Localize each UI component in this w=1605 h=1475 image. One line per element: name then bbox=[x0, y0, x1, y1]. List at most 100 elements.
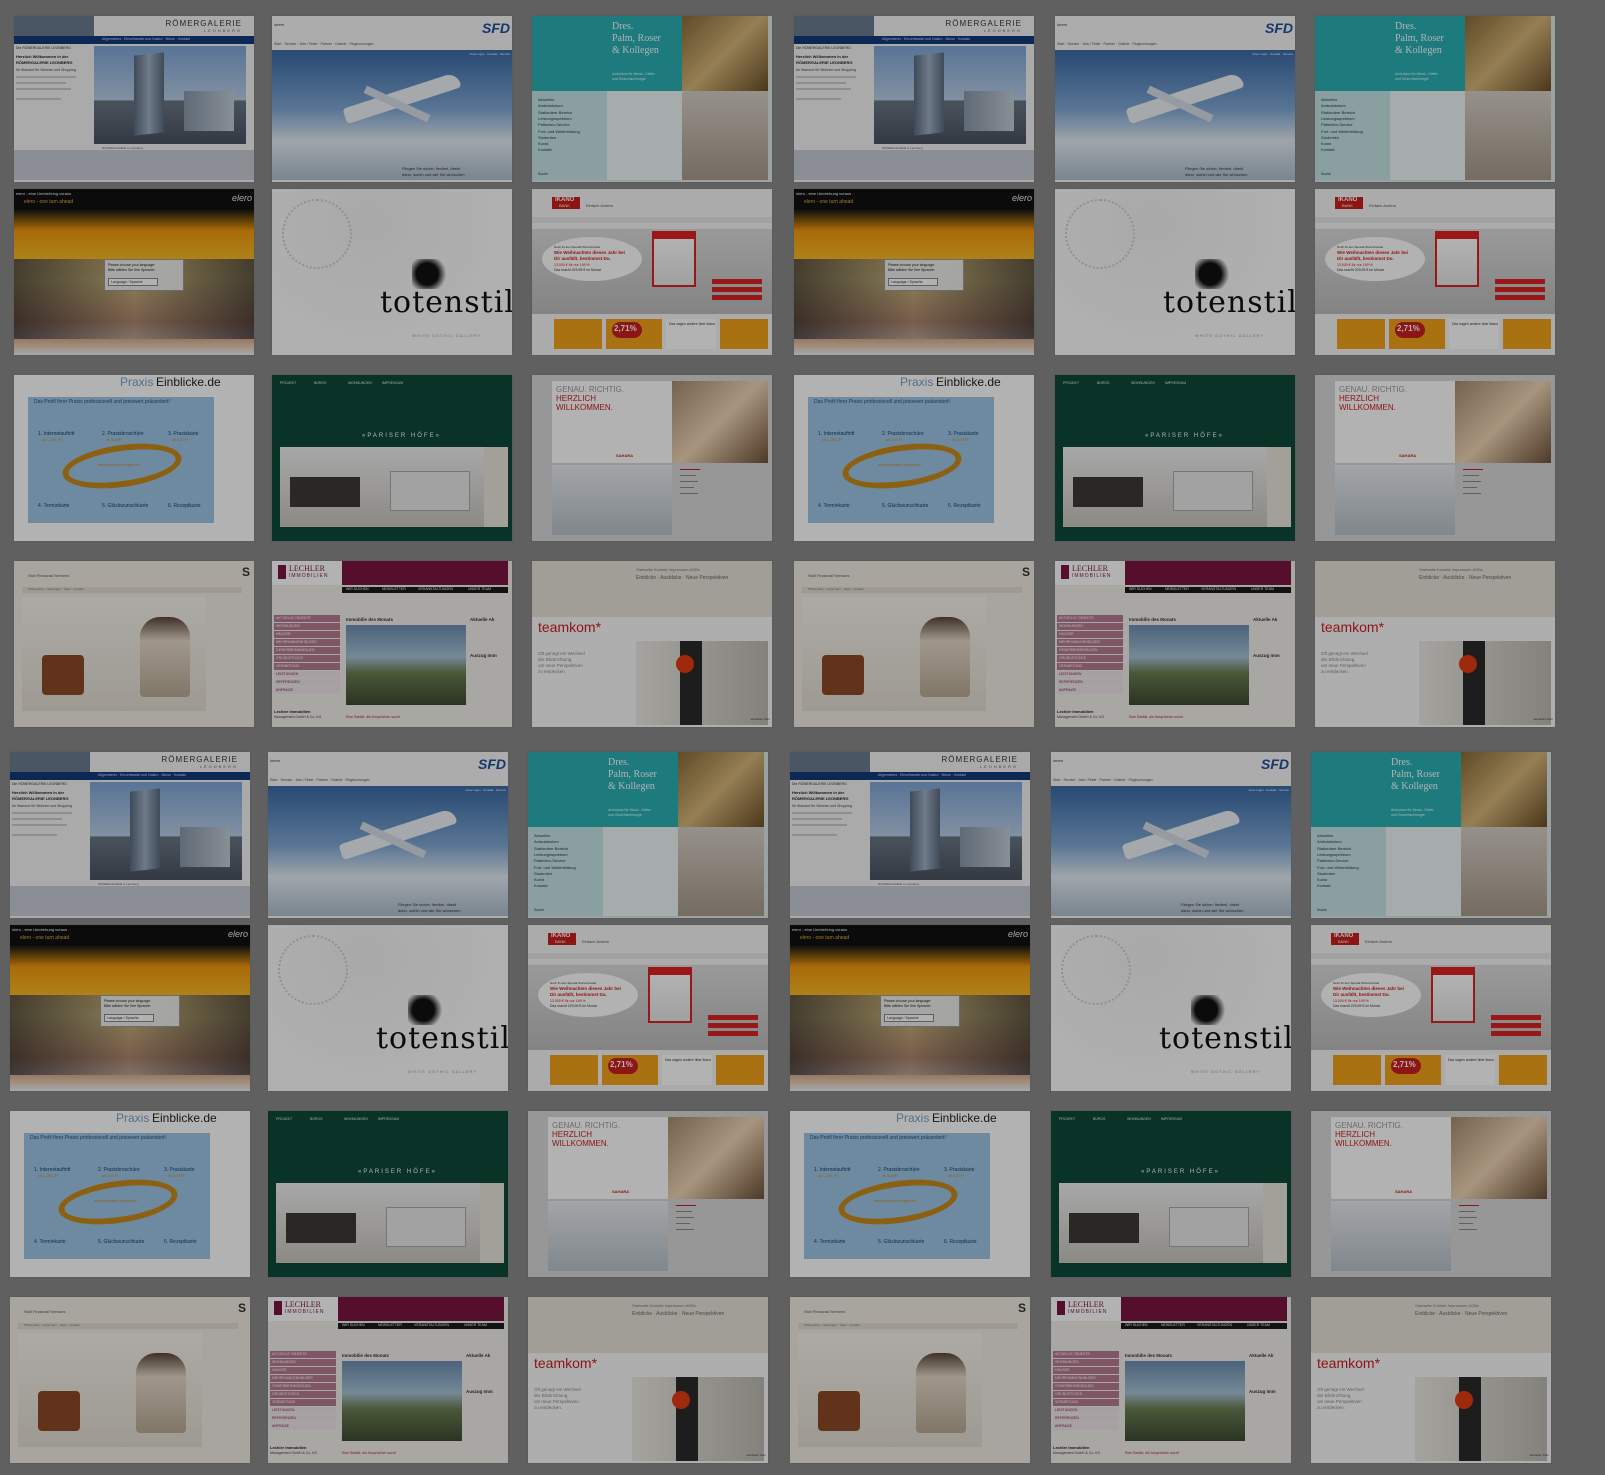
palm-menu-item[interactable]: Kontakt bbox=[538, 147, 552, 152]
palm-search[interactable]: Suche bbox=[1321, 172, 1331, 176]
lechler-nav-2[interactable]: NEWSLETTER bbox=[1161, 1323, 1185, 1327]
sfd-nav-right[interactable]: Crew Login · Kontakt · Service bbox=[1252, 52, 1293, 56]
praxis-step3[interactable]: 3. Praxiskarte bbox=[948, 431, 979, 437]
pariser-col1[interactable]: PROJEKT bbox=[1063, 381, 1079, 385]
palm-menu-item[interactable]: Fort- und Weiterbildung bbox=[1321, 129, 1363, 134]
thumb-romergalerie[interactable]: RÖMERGALERIE LEONBERG Allgemeines · Einz… bbox=[790, 752, 1030, 918]
lechler-side-item[interactable]: HÄUSER bbox=[1053, 1367, 1119, 1374]
ikano-box-3[interactable]: Das sagen andere über Ikano bbox=[1449, 319, 1499, 349]
pariser-col3[interactable]: WOHNUNGEN bbox=[1131, 381, 1155, 385]
palm-menu-item[interactable]: Kunst bbox=[534, 877, 544, 882]
sfd-nav[interactable]: Start · Service · Jets / Flotte · Partne… bbox=[1053, 778, 1153, 782]
ikano-cta[interactable] bbox=[712, 287, 762, 292]
ikano-box-3[interactable]: Das sagen andere über Ikano bbox=[666, 319, 716, 349]
praxis-step1[interactable]: 1. Internetauftritt bbox=[818, 431, 854, 437]
thumb-totenstill[interactable]: totenstill WHITE GOTHIC GALLERY bbox=[1055, 189, 1295, 355]
lechler-side-item[interactable]: AKTUELLE OBJEKTE bbox=[270, 1351, 336, 1358]
sahara-links[interactable] bbox=[1463, 469, 1493, 509]
sfd-nav[interactable]: Start · Service · Jets / Flotte · Partne… bbox=[270, 778, 370, 782]
palm-menu-item[interactable]: Fort- und Weiterbildung bbox=[538, 129, 580, 134]
palm-menu-item[interactable]: Studenten bbox=[534, 871, 552, 876]
thumb-romergalerie[interactable]: RÖMERGALERIE LEONBERG Allgemeines · Einz… bbox=[14, 16, 254, 182]
ikano-nav[interactable] bbox=[1311, 953, 1551, 959]
pariser-col1[interactable]: PROJEKT bbox=[1059, 1117, 1075, 1121]
lechler-side-item[interactable]: WOHNUNGEN bbox=[270, 1359, 336, 1366]
stoll-nav[interactable]: Philosophie · Leistungen · Team · Kontak… bbox=[804, 1323, 860, 1327]
pariser-col2[interactable]: BÜROS bbox=[310, 1117, 322, 1121]
thumb-sfd[interactable]: lorem SFD Start · Service · Jets / Flott… bbox=[272, 16, 512, 182]
praxis-step1[interactable]: 1. Internetauftritt bbox=[814, 1167, 850, 1173]
ikano-box-1[interactable] bbox=[550, 1055, 598, 1085]
lechler-side-item[interactable]: GRUNDSTÜCKE bbox=[270, 1391, 336, 1398]
thumb-praxis[interactable]: Praxis Einblicke.de Das Profil Ihrer Pra… bbox=[790, 1111, 1030, 1277]
palm-menu-item[interactable]: Aktuelles bbox=[1317, 833, 1333, 838]
ikano-nav[interactable] bbox=[1315, 217, 1555, 223]
teamkom-nav[interactable]: Startseite Kontakt Impressum AGBs bbox=[1415, 1303, 1479, 1308]
thumb-sfd[interactable]: lorem SFD Start · Service · Jets / Flott… bbox=[268, 752, 508, 918]
palm-menu-item[interactable]: Leistungsspektrum bbox=[1321, 116, 1355, 121]
thumb-palm[interactable]: Dres. Palm, Roser & Kollegen Ambulanz fü… bbox=[1311, 752, 1551, 918]
lechler-side-item[interactable]: HÄUSER bbox=[274, 631, 340, 638]
lechler-side-item[interactable]: VERMIETUNG bbox=[270, 1399, 336, 1406]
pariser-col1[interactable]: PROJEKT bbox=[280, 381, 296, 385]
sfd-nav-right[interactable]: Crew Login · Kontakt · Service bbox=[1248, 788, 1289, 792]
lechler-nav-4[interactable]: UNSER TEAM bbox=[468, 587, 491, 591]
pariser-col3[interactable]: WOHNUNGEN bbox=[344, 1117, 368, 1121]
praxis-step2[interactable]: 2. Praxisbroschüre bbox=[102, 431, 144, 437]
lechler-nav-3[interactable]: VERANSTALTUNGEN bbox=[414, 1323, 449, 1327]
lechler-side-item[interactable]: ANFRAGE bbox=[274, 687, 340, 694]
lechler-side-item[interactable]: VERMIETUNG bbox=[1053, 1399, 1119, 1406]
palm-menu-item[interactable]: Leistungsspektrum bbox=[538, 116, 572, 121]
palm-menu-item[interactable]: Stationärer Bereich bbox=[538, 110, 572, 115]
stoll-side-tabs[interactable] bbox=[208, 597, 248, 711]
ikano-cta[interactable] bbox=[1491, 1023, 1541, 1028]
romer-nav[interactable]: Allgemeines · Einzelhandel und Gastro · … bbox=[98, 773, 186, 777]
thumb-palm[interactable]: Dres. Palm, Roser & Kollegen Ambulanz fü… bbox=[532, 16, 772, 182]
praxis-step1[interactable]: 1. Internetauftritt bbox=[38, 431, 74, 437]
stoll-nav[interactable]: Philosophie · Leistungen · Team · Kontak… bbox=[24, 1323, 80, 1327]
praxis-step2[interactable]: 2. Praxisbroschüre bbox=[878, 1167, 920, 1173]
stoll-side-tabs[interactable] bbox=[988, 597, 1028, 711]
stoll-nav[interactable]: Philosophie · Leistungen · Team · Kontak… bbox=[28, 587, 84, 591]
lechler-side-item[interactable]: LEISTUNGEN bbox=[1057, 671, 1123, 678]
thumb-romergalerie[interactable]: RÖMERGALERIE LEONBERG Allgemeines · Einz… bbox=[10, 752, 250, 918]
romer-nav[interactable]: Allgemeines · Einzelhandel und Gastro · … bbox=[102, 37, 190, 41]
thumb-teamkom[interactable]: Startseite Kontakt Impressum AGBs Einbli… bbox=[532, 561, 772, 727]
thumb-sfd[interactable]: lorem SFD Start · Service · Jets / Flott… bbox=[1051, 752, 1291, 918]
pariser-col2[interactable]: BÜROS bbox=[1097, 381, 1109, 385]
lechler-nav-3[interactable]: VERANSTALTUNGEN bbox=[418, 587, 453, 591]
lechler-side-item[interactable]: REFERENZEN bbox=[274, 679, 340, 686]
pariser-col4[interactable]: IMPRESSUM bbox=[382, 381, 403, 385]
pariser-col4[interactable]: IMPRESSUM bbox=[1165, 381, 1186, 385]
sfd-nav-right[interactable]: Crew Login · Kontakt · Service bbox=[469, 52, 510, 56]
praxis-step1[interactable]: 1. Internetauftritt bbox=[34, 1167, 70, 1173]
lechler-nav-2[interactable]: NEWSLETTER bbox=[378, 1323, 402, 1327]
thumb-praxis[interactable]: Praxis Einblicke.de Das Profil Ihrer Pra… bbox=[10, 1111, 250, 1277]
lechler-nav[interactable]: WIR SUCHEN NEWSLETTER VERANSTALTUNGEN UN… bbox=[1121, 1323, 1287, 1329]
palm-menu-item[interactable]: Aktuelles bbox=[534, 833, 550, 838]
lechler-nav-1[interactable]: WIR SUCHEN bbox=[346, 587, 369, 591]
praxis-step4[interactable]: 4. Terminkarte bbox=[34, 1239, 66, 1245]
lechler-side-item[interactable]: ANFRAGE bbox=[1057, 687, 1123, 694]
language-select[interactable]: Language / Sprache bbox=[888, 278, 938, 286]
palm-menu-item[interactable]: Leistungsspektrum bbox=[1317, 852, 1351, 857]
palm-menu-item[interactable]: Aktuelles bbox=[1321, 97, 1337, 102]
ikano-box-2[interactable]: 2,71% bbox=[602, 1055, 658, 1085]
lechler-side-item[interactable]: GEWERBEIMMOBILIEN bbox=[274, 647, 340, 654]
ikano-box-4[interactable] bbox=[1499, 1055, 1547, 1085]
thumb-ikano[interactable]: IKANO BANK Einfach Anders Noch fix den S… bbox=[532, 189, 772, 355]
ikano-cta[interactable] bbox=[1495, 279, 1545, 284]
lechler-side-item[interactable]: AKTUELLE OBJEKTE bbox=[1053, 1351, 1119, 1358]
praxis-step5[interactable]: 5. Glückwunschkarte bbox=[98, 1239, 144, 1245]
ikano-box-4[interactable] bbox=[720, 319, 768, 349]
lechler-side-item[interactable]: MEHRFAMILIENHÄUSER bbox=[1053, 1375, 1119, 1382]
thumb-sfd[interactable]: lorem SFD Start · Service · Jets / Flott… bbox=[1055, 16, 1295, 182]
lechler-side-item[interactable]: WOHNUNGEN bbox=[1053, 1359, 1119, 1366]
praxis-step3[interactable]: 3. Praxiskarte bbox=[168, 431, 199, 437]
palm-search[interactable]: Suche bbox=[534, 908, 544, 912]
praxis-step3[interactable]: 3. Praxiskarte bbox=[944, 1167, 975, 1173]
lechler-nav-2[interactable]: NEWSLETTER bbox=[1165, 587, 1189, 591]
praxis-step5[interactable]: 5. Glückwunschkarte bbox=[878, 1239, 924, 1245]
palm-menu-item[interactable]: Ambulatorium bbox=[1317, 839, 1342, 844]
ikano-cta[interactable] bbox=[1491, 1015, 1541, 1020]
